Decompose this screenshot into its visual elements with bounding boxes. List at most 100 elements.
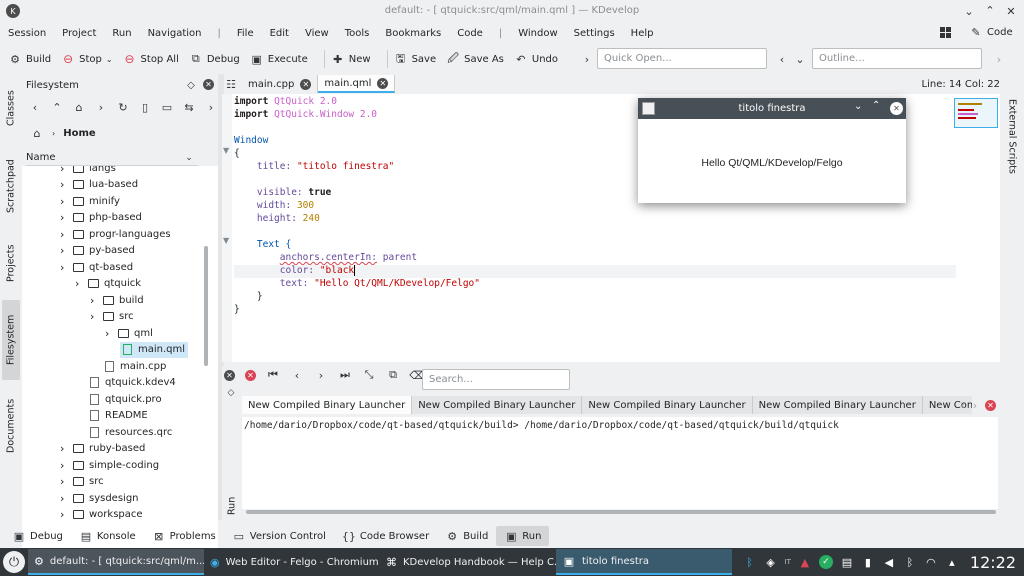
grid-icon[interactable] xyxy=(940,26,951,38)
tree-item-folder[interactable]: › minify xyxy=(60,193,120,209)
tab-launcher[interactable]: New Compiled Binary Launcher xyxy=(752,396,923,414)
toolbar-right-chevron-icon[interactable]: › xyxy=(992,52,1006,66)
undo-button[interactable]: ↶ Undo xyxy=(514,52,558,66)
more-chevron-icon[interactable]: › xyxy=(204,100,218,114)
expand-chevron-icon[interactable]: › xyxy=(75,277,85,290)
scroll-right-icon[interactable]: › xyxy=(968,398,982,412)
menu-code[interactable]: Code xyxy=(457,28,483,39)
menu-navigation[interactable]: Navigation xyxy=(148,28,202,39)
tree-item-file[interactable]: main.qml xyxy=(120,341,189,358)
tab-main-cpp[interactable]: main.cpp ✕ xyxy=(242,75,319,93)
tree-item-file[interactable]: main.cpp xyxy=(105,358,166,374)
tab-documents[interactable]: Documents xyxy=(2,390,20,462)
first-item-icon[interactable]: ⏮ xyxy=(266,368,280,382)
run-output-console[interactable]: /home/dario/Dropbox/code/qt-based/qtquic… xyxy=(242,417,998,509)
run-search-input[interactable]: Search... xyxy=(422,369,570,390)
stop-button[interactable]: ⊖ Stop ⌄ xyxy=(61,52,112,66)
new-file-icon[interactable]: ▭ xyxy=(160,100,174,114)
previous-icon[interactable]: ‹ xyxy=(290,368,304,382)
tab-filesystem[interactable]: Filesystem xyxy=(2,300,20,380)
wifi-icon[interactable]: ◠ xyxy=(924,555,938,569)
keyboard-layout-label[interactable]: IT xyxy=(785,558,791,566)
sync-icon[interactable]: ⇆ xyxy=(182,100,196,114)
tree-item-folder[interactable]: › qml xyxy=(105,325,153,341)
quick-open-input[interactable]: Quick Open... xyxy=(597,48,767,69)
task-handbook[interactable]: ⌘ KDevelop Handbook — Help C... xyxy=(380,549,556,575)
console-scrollbar[interactable] xyxy=(246,510,996,514)
home-icon[interactable]: ⌂ xyxy=(30,126,44,140)
stop-icon[interactable]: ✕ xyxy=(245,369,256,381)
tree-scrollbar[interactable] xyxy=(204,246,208,366)
tab-scratchpad[interactable]: Scratchpad xyxy=(2,150,20,222)
save-button[interactable]: 🖫 Save xyxy=(394,52,436,66)
code-area-button[interactable]: ✎ Code xyxy=(969,25,1012,39)
tray-expand-icon[interactable]: ▴ xyxy=(945,555,959,569)
menu-file[interactable]: File xyxy=(237,28,254,39)
collapse-icon[interactable]: ⤡ xyxy=(362,368,376,382)
expand-chevron-icon[interactable]: › xyxy=(60,492,70,505)
close-icon[interactable]: ✕ xyxy=(1004,4,1018,18)
tab-build[interactable]: ⚙ Build xyxy=(437,526,496,546)
expand-chevron-icon[interactable]: › xyxy=(60,195,70,208)
next-icon[interactable]: › xyxy=(314,368,328,382)
home-icon[interactable]: ⌂ xyxy=(72,100,86,114)
update-check-icon[interactable]: ✓ xyxy=(818,555,833,569)
execute-button[interactable]: ▣ Execute xyxy=(250,52,308,66)
outline-input[interactable]: Outline... xyxy=(812,48,982,69)
bookmark-icon[interactable]: ▯ xyxy=(138,100,152,114)
tab-classes[interactable]: Classes xyxy=(2,80,20,136)
chevron-down-icon[interactable]: ⌄ xyxy=(962,4,976,18)
save-as-button[interactable]: 🖉 Save As xyxy=(446,52,504,66)
tree-item-folder[interactable]: › lua-based xyxy=(60,177,138,193)
menu-bookmarks[interactable]: Bookmarks xyxy=(385,28,441,39)
expand-chevron-icon[interactable]: › xyxy=(90,294,100,307)
tree-item-file[interactable]: resources.qrc xyxy=(90,424,172,440)
expand-chevron-icon[interactable]: › xyxy=(60,475,70,488)
fold-icon[interactable]: ▼ xyxy=(223,146,229,155)
tree-item-file[interactable]: qtquick.kdev4 xyxy=(90,375,176,391)
expand-chevron-icon[interactable]: › xyxy=(60,211,70,224)
clock[interactable]: 12:22 xyxy=(970,553,1016,572)
dropbox-icon[interactable]: ◈ xyxy=(764,555,778,569)
code-minimap[interactable] xyxy=(954,98,998,128)
menu-run[interactable]: Run xyxy=(112,28,131,39)
tree-item-folder[interactable]: › simple-coding xyxy=(60,457,159,473)
float-panel-icon[interactable]: ◇ xyxy=(224,386,238,400)
tab-code-browser[interactable]: {} Code Browser xyxy=(334,526,437,546)
tree-item-folder[interactable]: › ruby-based xyxy=(60,441,145,457)
last-item-icon[interactable]: ⏭ xyxy=(338,368,352,382)
expand-chevron-icon[interactable]: › xyxy=(105,327,115,340)
task-chromium[interactable]: ◉ Web Editor - Felgo - Chromium xyxy=(204,549,380,575)
tree-item-folder[interactable]: › workspace xyxy=(60,507,143,523)
expand-chevron-icon[interactable]: › xyxy=(60,178,70,191)
tab-main-qml[interactable]: main.qml ✕ xyxy=(318,75,396,93)
copy-icon[interactable]: ⧉ xyxy=(386,368,400,382)
tree-item-file[interactable]: README xyxy=(90,408,148,424)
debug-button[interactable]: ⧉ Debug xyxy=(189,52,240,66)
up-icon[interactable]: ⌃ xyxy=(50,100,64,114)
maximize-icon[interactable]: ⌃ xyxy=(872,100,880,111)
float-panel-icon[interactable]: ◇ xyxy=(184,78,198,92)
tree-item-folder[interactable]: › build xyxy=(90,292,144,308)
battery-icon[interactable]: ▮ xyxy=(861,555,875,569)
tree-item-folder[interactable]: › src xyxy=(60,474,104,490)
menu-help[interactable]: Help xyxy=(631,28,654,39)
close-panel-icon[interactable]: ✕ xyxy=(203,79,214,90)
menu-window[interactable]: Window xyxy=(518,28,557,39)
menu-project[interactable]: Project xyxy=(62,28,96,39)
menu-view[interactable]: View xyxy=(305,28,329,39)
tab-problems[interactable]: ⊠ Problems xyxy=(144,526,224,546)
tree-item-folder[interactable]: › php-based xyxy=(60,210,142,226)
tree-item-folder[interactable]: › progr-languages xyxy=(60,226,171,242)
tree-item-folder[interactable]: › qt-based xyxy=(60,259,133,275)
tab-launcher[interactable]: New Compiled Binary Launcher xyxy=(412,396,583,414)
back-icon[interactable]: ‹ xyxy=(775,52,789,66)
bluetooth-icon[interactable]: ᛒ xyxy=(743,555,757,569)
reload-icon[interactable]: ↻ xyxy=(116,100,130,114)
expand-chevron-icon[interactable]: › xyxy=(90,310,100,323)
tree-item-file[interactable]: qtquick.pro xyxy=(90,391,162,407)
tab-run[interactable]: ▣ Run xyxy=(496,526,550,546)
chevron-up-icon[interactable]: ⌃ xyxy=(983,3,997,17)
tab-external-scripts[interactable]: External Scripts xyxy=(1003,96,1021,176)
tree-item-folder[interactable]: › sysdesign xyxy=(60,490,139,506)
